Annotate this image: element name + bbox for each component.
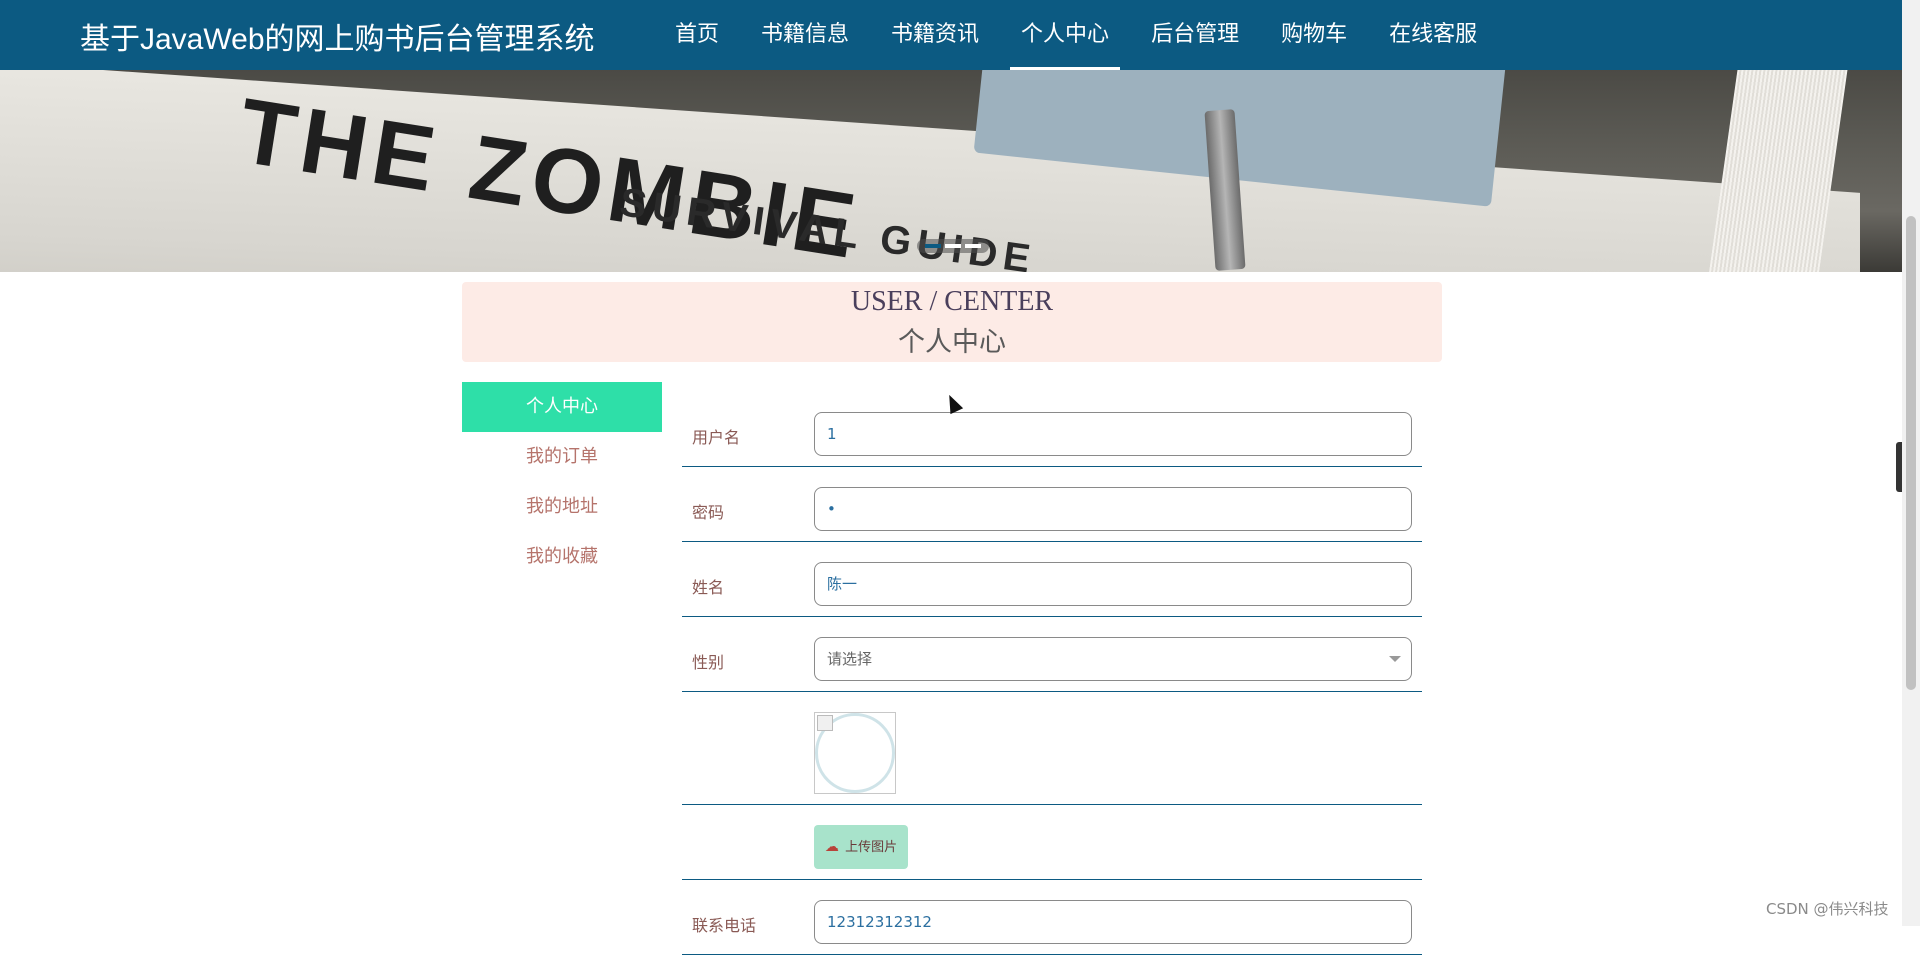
section-title: USER / CENTER 个人中心: [462, 282, 1442, 362]
banner-carousel[interactable]: THE ZOMBIE SURVIVAL GUIDE: [0, 70, 1902, 272]
profile-form: 用户名 1 密码 • 姓名 陈一 性别 请选择 ☁ 上传图片 联系电话 1231…: [682, 392, 1422, 955]
username-label: 用户名: [692, 428, 741, 447]
avatar: [814, 712, 896, 794]
form-row-password: 密码 •: [682, 467, 1422, 542]
scrollbar-thumb[interactable]: [1906, 216, 1916, 690]
gender-label: 性别: [692, 653, 725, 672]
carousel-dot-2[interactable]: [945, 244, 961, 248]
phone-label: 联系电话: [692, 916, 757, 935]
name-label: 姓名: [692, 578, 725, 597]
top-navbar: 基于JavaWeb的网上购书后台管理系统 首页 书籍信息 书籍资讯 个人中心 后…: [0, 0, 1902, 70]
password-label: 密码: [692, 503, 725, 522]
phone-input[interactable]: 12312312312: [814, 900, 1412, 944]
nav-cart[interactable]: 购物车: [1270, 0, 1358, 70]
nav-admin[interactable]: 后台管理: [1140, 0, 1250, 70]
nav-book-news[interactable]: 书籍资讯: [880, 0, 990, 70]
form-row-upload: ☁ 上传图片: [682, 805, 1422, 880]
carousel-dot-3[interactable]: [965, 244, 981, 248]
form-row-gender: 性别 请选择: [682, 617, 1422, 692]
chevron-down-icon: [1389, 656, 1401, 662]
nav-online-service[interactable]: 在线客服: [1378, 0, 1488, 70]
nav-book-info[interactable]: 书籍信息: [750, 0, 860, 70]
gender-select[interactable]: 请选择: [814, 637, 1412, 681]
upload-image-label: 上传图片: [845, 840, 898, 855]
broken-image-icon: [817, 715, 833, 731]
carousel-dot-1[interactable]: [925, 244, 941, 248]
sidebar-item-my-favorites[interactable]: 我的收藏: [462, 532, 662, 582]
sidebar-item-my-address[interactable]: 我的地址: [462, 482, 662, 532]
gender-select-value: 请选择: [827, 650, 873, 668]
form-row-phone: 联系电话 12312312312: [682, 880, 1422, 955]
page-scrollbar[interactable]: [1902, 0, 1920, 926]
section-title-en: USER / CENTER: [850, 286, 1054, 317]
site-brand[interactable]: 基于JavaWeb的网上购书后台管理系统: [80, 14, 595, 58]
password-input[interactable]: •: [814, 487, 1412, 531]
name-input[interactable]: 陈一: [814, 562, 1412, 606]
user-sidebar: 个人中心 我的订单 我的地址 我的收藏: [462, 382, 662, 582]
username-input[interactable]: 1: [814, 412, 1412, 456]
nav-home[interactable]: 首页: [664, 0, 730, 70]
section-title-cn: 个人中心: [898, 327, 1006, 358]
watermark: CSDN @伟兴科技: [1766, 900, 1889, 918]
sidebar-item-user-center[interactable]: 个人中心: [462, 382, 662, 432]
carousel-indicators: [917, 239, 989, 253]
upload-image-button[interactable]: ☁ 上传图片: [814, 825, 908, 869]
form-row-avatar: [682, 692, 1422, 805]
form-row-name: 姓名 陈一: [682, 542, 1422, 617]
main-nav: 首页 书籍信息 书籍资讯 个人中心 后台管理 购物车 在线客服: [664, 0, 1508, 70]
form-row-username: 用户名 1: [682, 392, 1422, 467]
cloud-upload-icon: ☁: [824, 839, 839, 855]
nav-user-center[interactable]: 个人中心: [1010, 0, 1121, 70]
sidebar-item-my-orders[interactable]: 我的订单: [462, 432, 662, 482]
